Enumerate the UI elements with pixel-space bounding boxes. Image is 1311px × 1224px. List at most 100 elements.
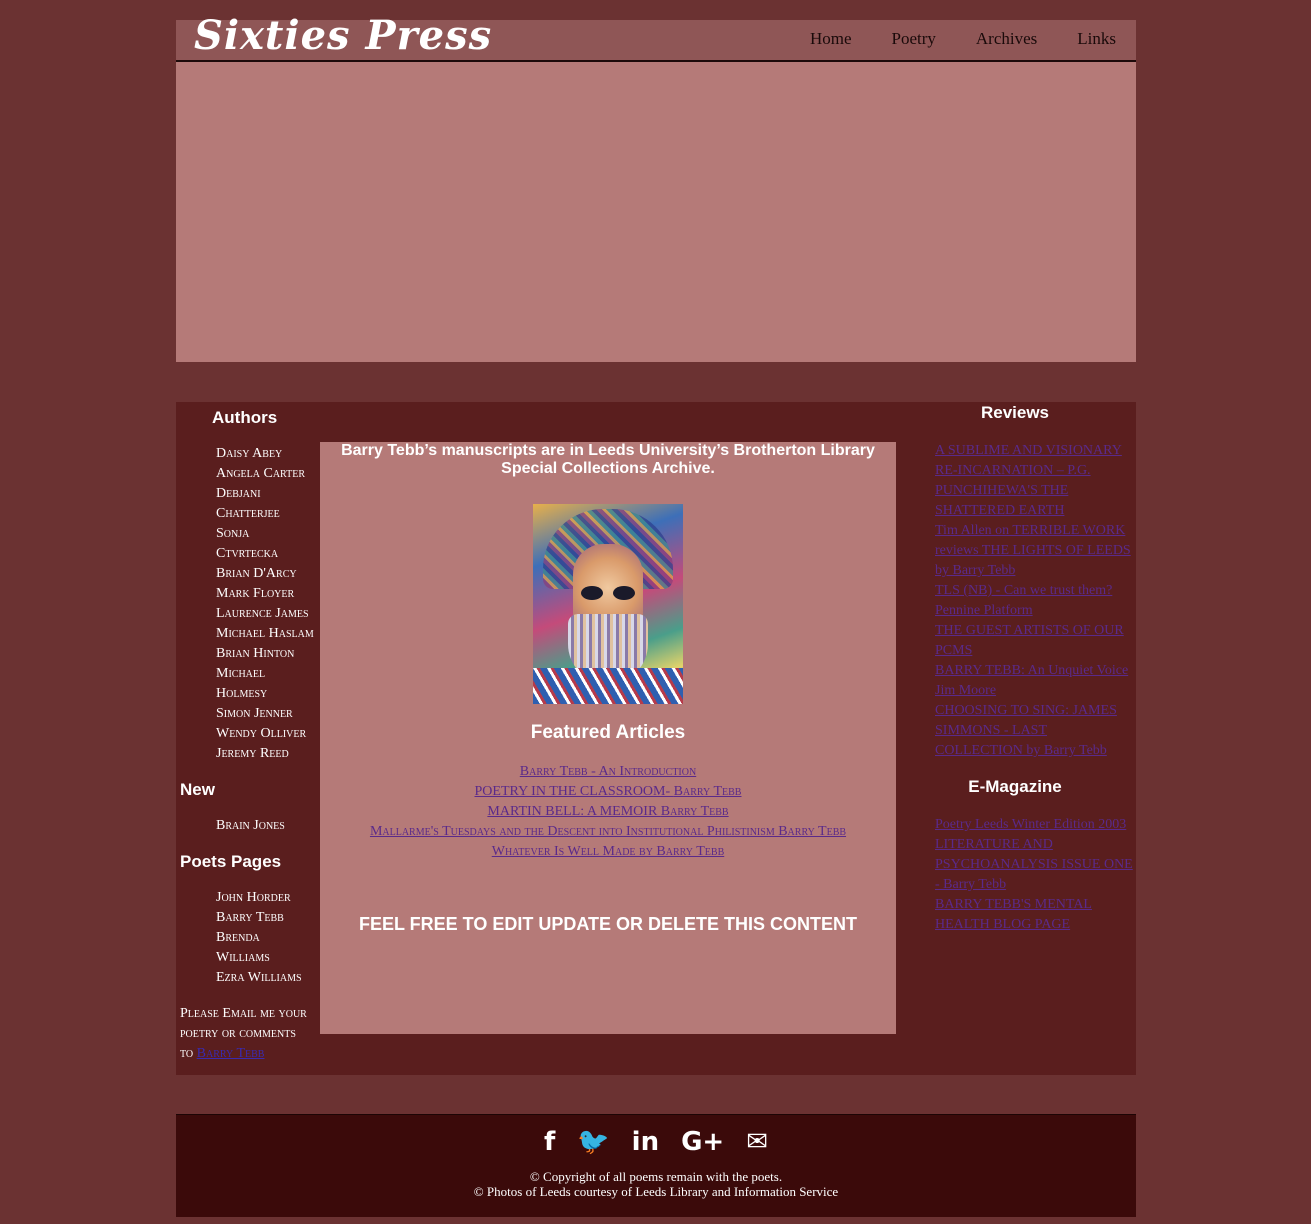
poet-item[interactable]: Barry Tebb: [216, 908, 320, 928]
featured-article-author: Barry Tebb: [673, 784, 742, 799]
review-link[interactable]: A SUBLIME AND VISIONARY RE-INCARNATION –…: [935, 443, 1122, 518]
site-header: Sixties Press Home Poetry Archives Links: [176, 12, 1136, 62]
emagazine-link[interactable]: BARRY TEBB'S MENTAL HEALTH BLOG PAGE: [935, 897, 1092, 932]
reviews-heading: Reviews: [980, 403, 1050, 422]
featured-article-title: Whatever Is Well Made by Barry Tebb: [491, 844, 725, 859]
review-item: BARRY TEBB: An Unquiet Voice Jim Moore: [935, 661, 1135, 701]
facebook-icon[interactable]: f: [544, 1127, 555, 1157]
featured-article-item: MARTIN BELL: A MEMOIR Barry Tebb: [320, 802, 896, 822]
review-item: Tim Allen on TERRIBLE WORK reviews THE L…: [935, 521, 1135, 581]
copyright-line-1: © Copyright of all poems remain with the…: [529, 1169, 783, 1184]
featured-article-item: Whatever Is Well Made by Barry Tebb: [320, 842, 896, 862]
review-item: TLS (NB) - Can we trust them?: [935, 581, 1135, 601]
review-link[interactable]: Tim Allen on TERRIBLE WORK reviews THE L…: [935, 523, 1131, 578]
emagazine-heading: E-Magazine: [968, 777, 1062, 796]
review-link[interactable]: CHOOSING TO SING: JAMES SIMMONS - LAST C…: [935, 703, 1117, 758]
featured-article-title: MARTIN BELL: A MEMOIR: [487, 804, 661, 819]
review-link[interactable]: TLS (NB) - Can we trust them?: [935, 583, 1112, 598]
manuscripts-notice: Barry Tebb’s manuscripts are in Leeds Un…: [341, 442, 875, 477]
portrait-image: [533, 504, 683, 704]
nav-home[interactable]: Home: [810, 29, 852, 49]
author-item[interactable]: Sonja: [216, 524, 320, 544]
authors-list: Daisy Abey Angela Carter Debjani Chatterjee…: [176, 444, 320, 764]
emagazine-item: Poetry Leeds Winter Edition 2003: [935, 815, 1135, 835]
featured-article-author: Barry Tebb: [660, 804, 729, 819]
poets-list: John Horder Barry Tebb Brenda Williams Ezra …: [176, 888, 320, 988]
social-links: f 🐦 in G+ ✉: [176, 1127, 1136, 1157]
emagazine-list: Poetry Leeds Winter Edition 2003 LITERATU…: [935, 815, 1135, 935]
author-item[interactable]: Debjani: [216, 484, 320, 504]
site-logo[interactable]: Sixties Press: [194, 12, 492, 59]
featured-article-link[interactable]: MARTIN BELL: A MEMOIR Barry Tebb: [487, 804, 728, 819]
google-plus-icon[interactable]: G+: [681, 1127, 724, 1157]
author-item[interactable]: Ctvrtecka: [216, 544, 320, 564]
copyright: © Copyright of all poems remain with the…: [176, 1169, 1136, 1199]
emagazine-item: BARRY TEBB'S MENTAL HEALTH BLOG PAGE: [935, 895, 1135, 935]
author-item[interactable]: Michael Haslam: [216, 624, 320, 644]
featured-article-link[interactable]: POETRY IN THE CLASSROOM- Barry Tebb: [475, 784, 742, 799]
featured-article-link[interactable]: Whatever Is Well Made by Barry Tebb: [492, 844, 724, 859]
copyright-line-2: © Photos of Leeds courtesy of Leeds Libr…: [473, 1184, 839, 1199]
poet-item[interactable]: Ezra Williams: [216, 968, 320, 988]
main-content: Authors Daisy Abey Angela Carter Debjani Ch…: [176, 402, 1136, 1075]
author-item[interactable]: Mark Floyer: [216, 584, 320, 604]
review-link[interactable]: BARRY TEBB: An Unquiet Voice Jim Moore: [935, 663, 1128, 698]
author-item[interactable]: Holmesy: [216, 684, 320, 704]
email-note-text-1: Please Email me your: [180, 1006, 307, 1021]
site-footer: f 🐦 in G+ ✉ © Copyright of all poems remain …: [176, 1114, 1136, 1217]
author-item[interactable]: Chatterjee: [216, 504, 320, 524]
authors-heading: Authors: [212, 408, 278, 427]
nav-links[interactable]: Links: [1077, 29, 1116, 49]
center-panel: Barry Tebb’s manuscripts are in Leeds Un…: [320, 442, 896, 1034]
author-item[interactable]: Laurence James: [216, 604, 320, 624]
review-item: A SUBLIME AND VISIONARY RE-INCARNATION –…: [935, 441, 1135, 521]
featured-article-link[interactable]: Mallarme's Tuesdays and the Descent into…: [370, 824, 846, 839]
emagazine-link[interactable]: Poetry Leeds Winter Edition 2003: [935, 817, 1126, 832]
author-item[interactable]: Brian D'Arcy: [216, 564, 320, 584]
featured-article-title: Mallarme's Tuesdays and the Descent into…: [369, 824, 847, 839]
author-item[interactable]: Daisy Abey: [216, 444, 320, 464]
review-item: Pennine Platform: [935, 601, 1135, 621]
author-item[interactable]: Angela Carter: [216, 464, 320, 484]
review-link[interactable]: Pennine Platform: [935, 603, 1033, 618]
portrait-glasses: [581, 586, 635, 600]
review-item: THE GUEST ARTISTS OF OUR PCMS: [935, 621, 1135, 661]
author-item[interactable]: Wendy Olliver: [216, 724, 320, 744]
main-nav: Home Poetry Archives Links: [770, 29, 1116, 49]
poet-item[interactable]: Brenda: [216, 928, 320, 948]
reviews-list: A SUBLIME AND VISIONARY RE-INCARNATION –…: [935, 441, 1135, 761]
new-list: Brain Jones: [176, 816, 320, 836]
review-link[interactable]: THE GUEST ARTISTS OF OUR PCMS: [935, 623, 1124, 658]
linkedin-icon[interactable]: in: [632, 1127, 659, 1157]
new-item[interactable]: Brain Jones: [216, 816, 320, 836]
author-item[interactable]: Michael: [216, 664, 320, 684]
new-heading: New: [180, 780, 215, 799]
nav-poetry[interactable]: Poetry: [892, 29, 936, 49]
nav-archives[interactable]: Archives: [976, 29, 1037, 49]
emagazine-link[interactable]: LITERATURE AND PSYCHOANALYSIS ISSUE ONE …: [935, 837, 1133, 892]
featured-articles-list: Barry Tebb - An Introduction POETRY IN TH…: [320, 762, 896, 862]
edit-notice: FEEL FREE TO EDIT UPDATE OR DELETE THIS …: [358, 914, 858, 934]
poet-item[interactable]: John Horder: [216, 888, 320, 908]
featured-article-item: POETRY IN THE CLASSROOM- Barry Tebb: [320, 782, 896, 802]
email-link[interactable]: Barry Tebb: [197, 1046, 265, 1061]
left-sidebar: Authors Daisy Abey Angela Carter Debjani Ch…: [176, 402, 320, 1064]
portrait-wings: [533, 668, 683, 704]
featured-articles-heading: Featured Articles: [530, 722, 686, 743]
author-item[interactable]: Simon Jenner: [216, 704, 320, 724]
featured-article-link[interactable]: Barry Tebb - An Introduction: [520, 764, 696, 779]
twitter-icon[interactable]: 🐦: [577, 1127, 609, 1157]
right-sidebar: Reviews A SUBLIME AND VISIONARY RE-INCAR…: [935, 402, 1135, 935]
featured-article-title: POETRY IN THE CLASSROOM-: [474, 784, 674, 799]
header-banner: [176, 62, 1136, 362]
featured-article-item: Mallarme's Tuesdays and the Descent into…: [320, 822, 896, 842]
review-item: CHOOSING TO SING: JAMES SIMMONS - LAST C…: [935, 701, 1135, 761]
envelope-icon[interactable]: ✉: [746, 1127, 768, 1157]
emagazine-item: LITERATURE AND PSYCHOANALYSIS ISSUE ONE …: [935, 835, 1135, 895]
author-item[interactable]: Brian Hinton: [216, 644, 320, 664]
author-item[interactable]: Jeremy Reed: [216, 744, 320, 764]
email-note: Please Email me your poetry or comments …: [180, 1004, 320, 1064]
featured-article-item: Barry Tebb - An Introduction: [320, 762, 896, 782]
poet-item[interactable]: Williams: [216, 948, 320, 968]
poets-pages-heading: Poets Pages: [180, 852, 282, 871]
